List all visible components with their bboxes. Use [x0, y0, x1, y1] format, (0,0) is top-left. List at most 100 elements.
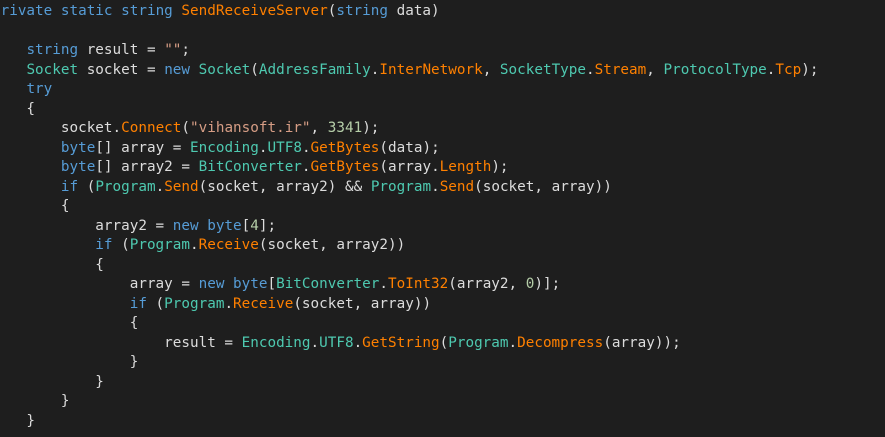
code-token: = — [138, 42, 165, 58]
code-token: UTF8 — [267, 139, 302, 156]
code-token: Send — [439, 178, 475, 195]
code-token: Program — [448, 334, 509, 351]
code-token: , — [534, 178, 552, 195]
code-token: socket — [207, 178, 259, 195]
code-token: array — [611, 334, 655, 351]
code-token: = — [138, 61, 165, 78]
code-token: if — [95, 237, 113, 253]
code-line: } — [0, 412, 818, 432]
code-line: socket.Connect("vihansoft.ir", 3341); — [0, 119, 818, 139]
code-token: new — [198, 276, 225, 292]
code-token: } — [0, 373, 104, 390]
code-token: . — [258, 139, 268, 156]
code-token: [] — [95, 159, 122, 175]
code-token: array2 — [95, 217, 147, 234]
code-token: = — [164, 139, 191, 156]
code-token: array — [129, 276, 173, 292]
code-token: 4 — [250, 217, 259, 234]
code-token: . — [155, 178, 165, 195]
code-line: result = Encoding.UTF8.GetString(Program… — [0, 334, 818, 354]
code-token: . — [112, 120, 122, 136]
code-token: GetBytes — [310, 159, 380, 175]
code-token: , — [646, 61, 664, 78]
code-token: data — [396, 3, 432, 19]
code-block: private static string SendReceiveServer (… — [0, 2, 818, 431]
code-token: ); — [422, 139, 440, 156]
code-token: byte — [207, 217, 242, 234]
code-token: . — [190, 237, 199, 253]
code-line: if (Program.Send(socket, array2) && Prog… — [0, 178, 818, 198]
code-line: if (Program.Receive(socket, array)) — [0, 295, 818, 315]
code-token: ( — [448, 276, 457, 292]
code-token: Program — [164, 295, 225, 312]
code-token: socket — [267, 237, 320, 253]
code-token: "" — [164, 42, 182, 58]
code-token: BitConverter — [276, 276, 380, 292]
code-token: , — [508, 276, 526, 292]
code-token: )]; — [534, 276, 561, 292]
code-token: [ — [241, 217, 251, 234]
code-editor[interactable]: private static string SendReceiveServer (… — [0, 0, 885, 437]
code-token: ); — [362, 120, 380, 136]
code-token: [] — [95, 139, 122, 156]
code-token: private — [0, 3, 53, 19]
code-token: . — [301, 139, 311, 156]
code-token: = — [172, 276, 199, 292]
code-token: if — [60, 178, 79, 195]
code-token: )) — [413, 295, 432, 312]
code-token: ( — [439, 334, 449, 351]
code-token: ToInt32 — [388, 276, 449, 292]
code-token: ( — [198, 178, 208, 195]
code-token: array — [551, 178, 595, 195]
code-token: ( — [250, 61, 259, 78]
code-token: Connect — [121, 120, 182, 136]
code-token: ); — [801, 61, 819, 78]
code-token: string — [336, 3, 388, 19]
code-token: , — [258, 178, 277, 195]
code-token: } — [26, 412, 36, 429]
code-token: array2 — [336, 237, 389, 253]
code-line: { — [0, 100, 818, 120]
code-token: ( — [603, 334, 612, 351]
code-line: } — [0, 373, 818, 393]
code-token: ; — [181, 42, 191, 58]
code-token: UTF8 — [319, 334, 354, 351]
code-token: string — [26, 42, 79, 58]
code-token: socket — [86, 61, 139, 78]
code-token: socket — [60, 120, 113, 136]
code-token: ) — [431, 3, 440, 19]
code-token: ); — [491, 159, 509, 175]
code-token: string — [121, 3, 173, 19]
code-token: . — [224, 295, 234, 312]
code-token: )) — [388, 237, 406, 253]
code-token: byte — [60, 159, 96, 175]
code-line: array2 = new byte[4]; — [0, 217, 818, 237]
code-token: , — [482, 61, 500, 78]
code-line: { — [0, 256, 818, 276]
code-token: data — [388, 139, 423, 156]
code-line: private static string SendReceiveServer(… — [0, 2, 818, 22]
code-token: . — [431, 159, 440, 175]
code-token: Receive — [233, 295, 294, 312]
code-token: Socket — [198, 61, 251, 78]
code-token: Send — [164, 178, 199, 195]
code-token: ) && — [327, 178, 371, 195]
code-token: . — [586, 61, 595, 78]
code-token: } — [60, 393, 70, 409]
code-token: . — [353, 334, 363, 351]
code-token: result — [86, 42, 139, 58]
